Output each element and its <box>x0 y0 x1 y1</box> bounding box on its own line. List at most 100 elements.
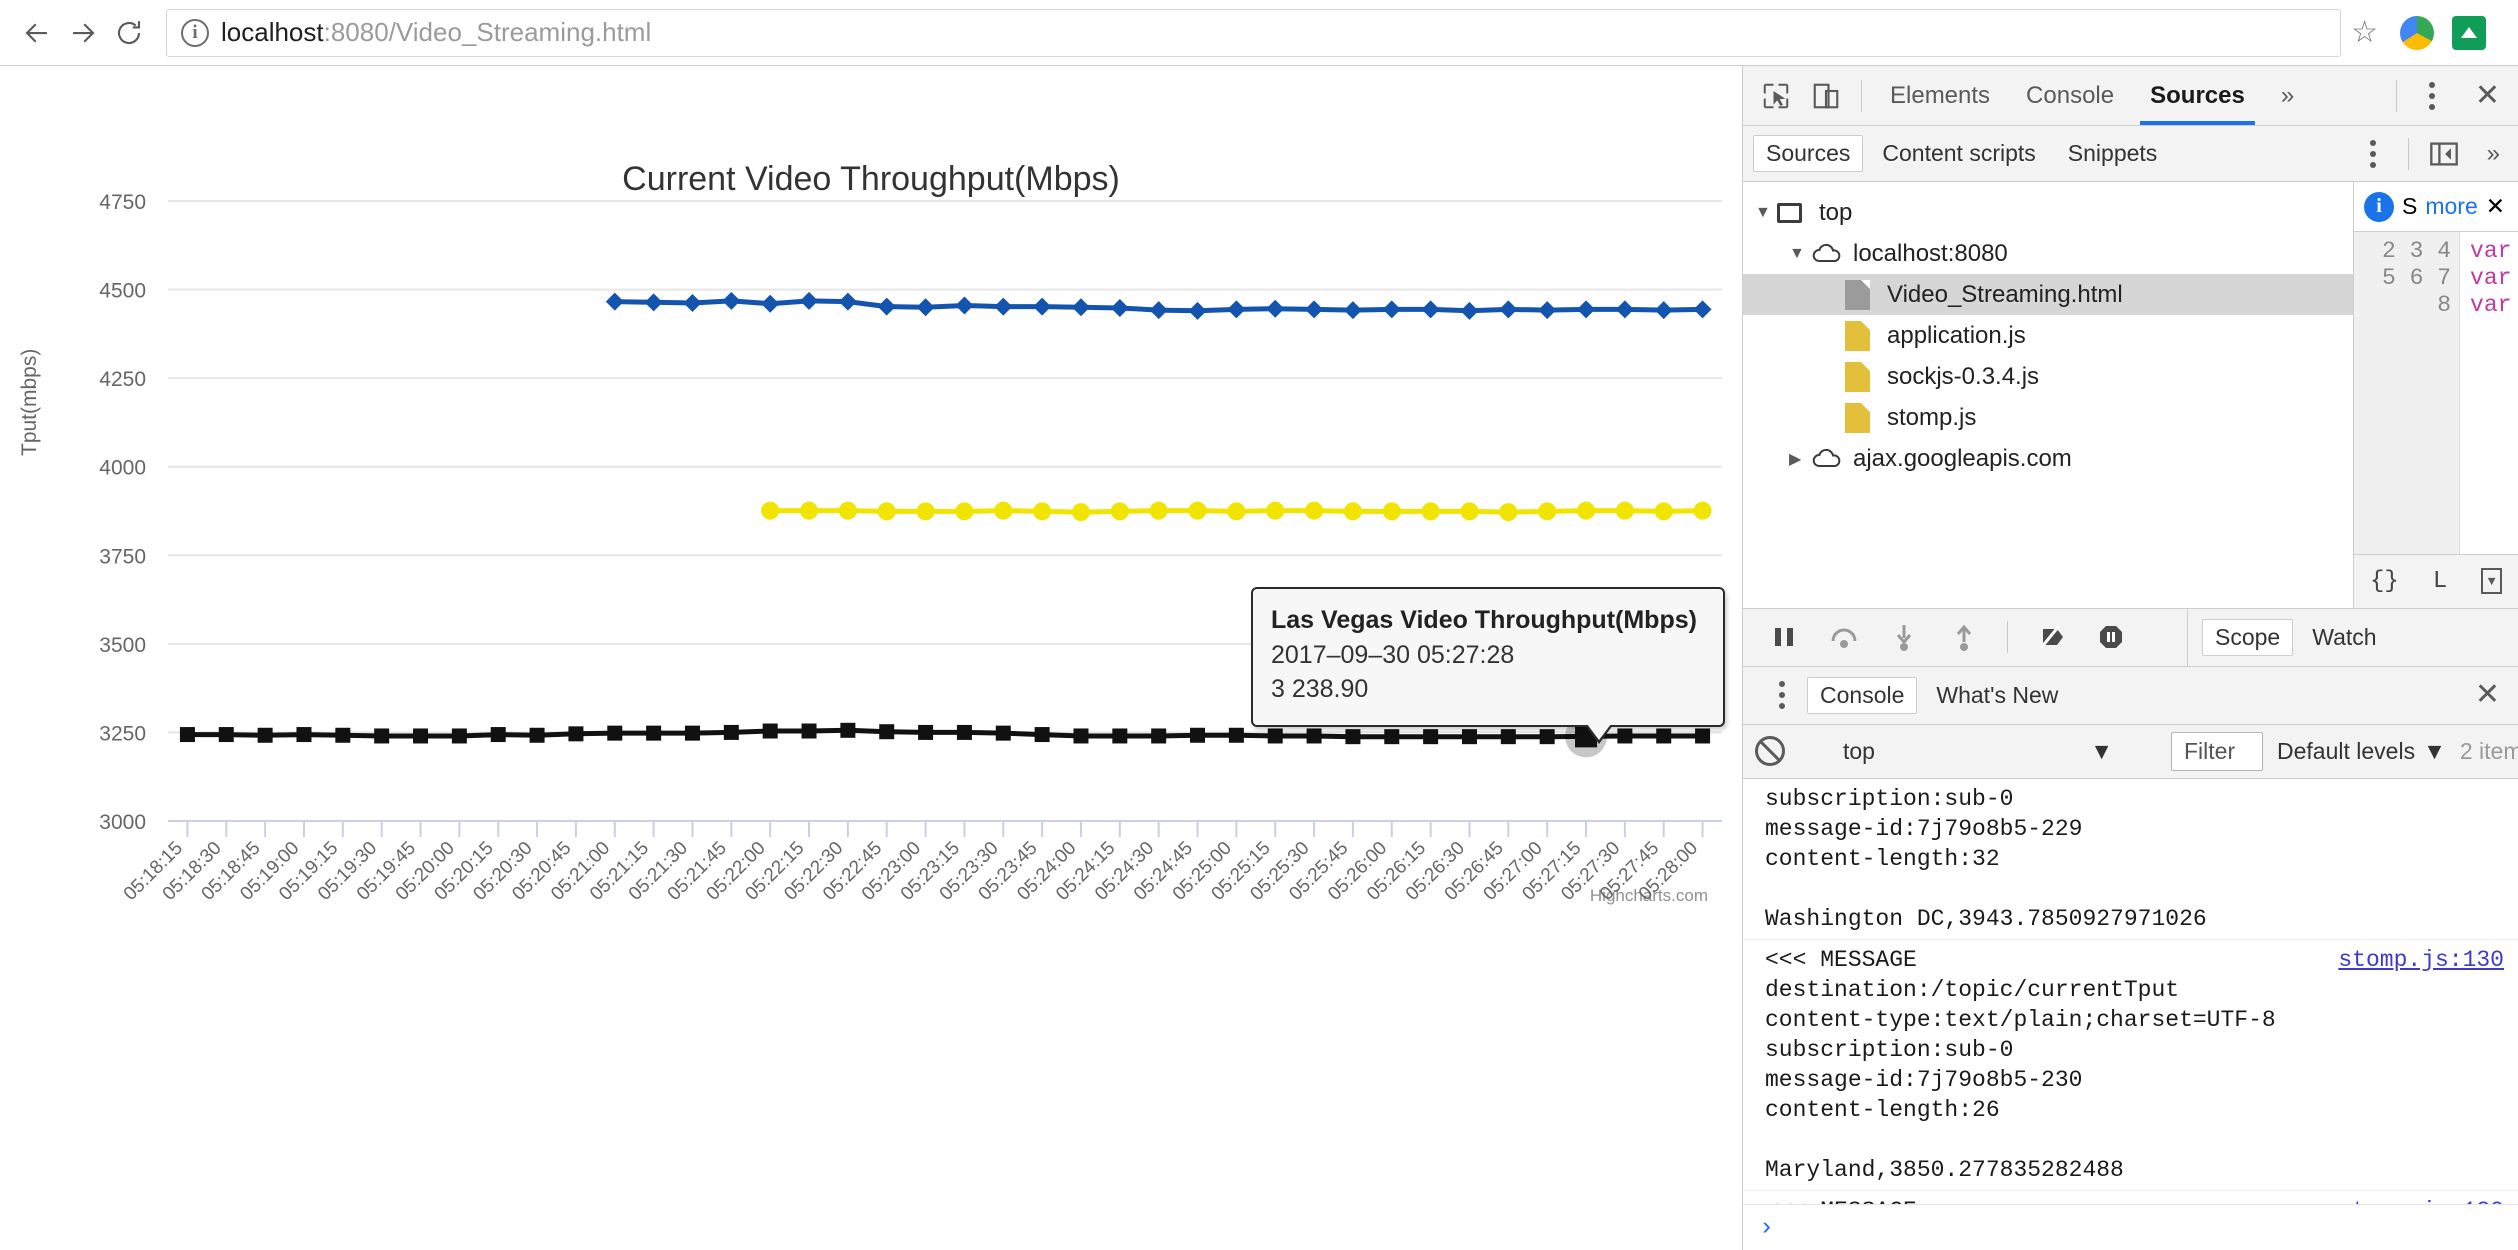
data-point[interactable] <box>877 297 896 316</box>
console-source-link[interactable]: stomp.js:130 <box>2338 945 2504 975</box>
data-point[interactable] <box>1384 729 1400 745</box>
console-levels-dropdown[interactable]: Default levels ▼ <box>2277 738 2446 765</box>
data-point[interactable] <box>1110 502 1129 521</box>
editor-code-lines[interactable]: var cha var mar var sub <box>2460 232 2518 554</box>
tree-item-ajax-googleapis-com[interactable]: ajax.googleapis.com <box>1743 438 2353 479</box>
tab-watch[interactable]: Watch <box>2299 619 2389 656</box>
data-point[interactable] <box>994 297 1013 316</box>
data-point[interactable] <box>800 501 819 520</box>
data-point[interactable] <box>335 727 351 743</box>
data-point[interactable] <box>1654 301 1673 320</box>
resume-script-button[interactable] <box>1757 613 1811 661</box>
data-point[interactable] <box>1577 501 1596 520</box>
console-source-link[interactable]: stomp.js:130 <box>2338 1196 2504 1205</box>
data-point[interactable] <box>1343 301 1362 320</box>
data-point[interactable] <box>1499 503 1518 522</box>
data-point[interactable] <box>955 502 974 521</box>
data-point[interactable] <box>413 728 429 744</box>
info-bar-more-link[interactable]: more <box>2425 193 2477 220</box>
reload-button[interactable] <box>106 10 152 56</box>
data-point[interactable] <box>374 728 390 744</box>
data-point[interactable] <box>1695 728 1711 744</box>
data-point[interactable] <box>995 725 1011 741</box>
data-point[interactable] <box>879 724 895 740</box>
data-point[interactable] <box>1460 502 1479 521</box>
back-button[interactable] <box>14 10 60 56</box>
data-point[interactable] <box>1539 729 1555 745</box>
sources-overflow-button[interactable]: » <box>2469 125 2518 183</box>
data-point[interactable] <box>1227 300 1246 319</box>
data-point[interactable] <box>1033 502 1052 521</box>
tab-scope[interactable]: Scope <box>2202 618 2294 656</box>
pause-on-exceptions-button[interactable] <box>2084 613 2138 661</box>
data-point[interactable] <box>1615 300 1634 319</box>
data-point[interactable] <box>1033 297 1052 316</box>
data-point[interactable] <box>722 291 741 310</box>
bookmark-star-icon[interactable]: ☆ <box>2351 15 2378 50</box>
data-point[interactable] <box>1306 728 1322 744</box>
data-point[interactable] <box>1461 729 1477 745</box>
data-point[interactable] <box>607 725 623 741</box>
data-point[interactable] <box>1228 727 1244 743</box>
tree-item-sockjs-0-3-4-js[interactable]: sockjs-0.3.4.js <box>1743 356 2353 397</box>
devtools-settings-menu[interactable] <box>2407 72 2457 120</box>
data-point[interactable] <box>257 727 273 743</box>
data-point[interactable] <box>801 723 817 739</box>
step-out-button[interactable] <box>1937 613 1991 661</box>
data-point[interactable] <box>1149 301 1168 320</box>
data-point[interactable] <box>1382 300 1401 319</box>
page-info-icon[interactable]: i <box>181 18 209 47</box>
subtab-content-scripts[interactable]: Content scripts <box>1869 135 2048 172</box>
data-point[interactable] <box>1188 301 1207 320</box>
data-point[interactable] <box>1071 503 1090 522</box>
data-point[interactable] <box>568 726 584 742</box>
clear-console-icon[interactable] <box>1755 736 1785 766</box>
data-point[interactable] <box>1615 501 1634 520</box>
forward-button[interactable] <box>60 10 106 56</box>
data-point[interactable] <box>1423 729 1439 745</box>
tree-right-triangle-icon[interactable] <box>1789 449 1811 469</box>
data-point[interactable] <box>529 727 545 743</box>
data-point[interactable] <box>646 725 662 741</box>
data-point[interactable] <box>644 293 663 312</box>
data-point[interactable] <box>761 294 780 313</box>
data-point[interactable] <box>994 501 1013 520</box>
data-point[interactable] <box>956 724 972 740</box>
extension-icon-upload[interactable] <box>2452 15 2486 50</box>
console-context-selector[interactable]: top ▼ <box>1833 738 2123 765</box>
console-message[interactable]: <<< MESSAGE destination:/topic/currentTp… <box>1743 940 2518 1191</box>
tree-down-triangle-icon[interactable] <box>1789 245 1811 263</box>
data-point[interactable] <box>1693 501 1712 520</box>
code-editor[interactable]: 2 3 4 5 6 7 8 var cha var mar var sub <box>2354 232 2518 554</box>
data-point[interactable] <box>1345 729 1361 745</box>
drawer-more-options[interactable] <box>1757 671 1807 719</box>
close-drawer-button[interactable]: ✕ <box>2457 680 2518 710</box>
data-point[interactable] <box>1421 502 1440 521</box>
data-point[interactable] <box>1538 301 1557 320</box>
data-point[interactable] <box>1034 727 1050 743</box>
data-point[interactable] <box>684 725 700 741</box>
data-point[interactable] <box>218 727 234 743</box>
data-point[interactable] <box>761 501 780 520</box>
tree-item-localhost-8080[interactable]: localhost:8080 <box>1743 233 2353 274</box>
device-toolbar-button[interactable] <box>1801 72 1851 120</box>
data-point[interactable] <box>916 502 935 521</box>
data-point[interactable] <box>1656 728 1672 744</box>
data-point[interactable] <box>1266 501 1285 520</box>
data-point[interactable] <box>918 724 934 740</box>
step-into-button[interactable] <box>1877 613 1931 661</box>
deactivate-breakpoints-button[interactable] <box>2024 613 2078 661</box>
console-prompt[interactable]: › <box>1743 1204 2518 1250</box>
more-tabs-button[interactable]: » <box>2263 67 2312 125</box>
tree-item-stomp-js[interactable]: stomp.js <box>1743 397 2353 438</box>
data-point[interactable] <box>1499 300 1518 319</box>
tab-elements[interactable]: Elements <box>1872 67 2008 125</box>
data-point[interactable] <box>1538 502 1557 521</box>
sources-more-options[interactable] <box>2348 130 2398 178</box>
data-point[interactable] <box>296 727 312 743</box>
data-point[interactable] <box>1149 501 1168 520</box>
data-point[interactable] <box>1188 501 1207 520</box>
data-point[interactable] <box>605 292 624 311</box>
data-point[interactable] <box>1500 729 1516 745</box>
data-point[interactable] <box>762 723 778 739</box>
